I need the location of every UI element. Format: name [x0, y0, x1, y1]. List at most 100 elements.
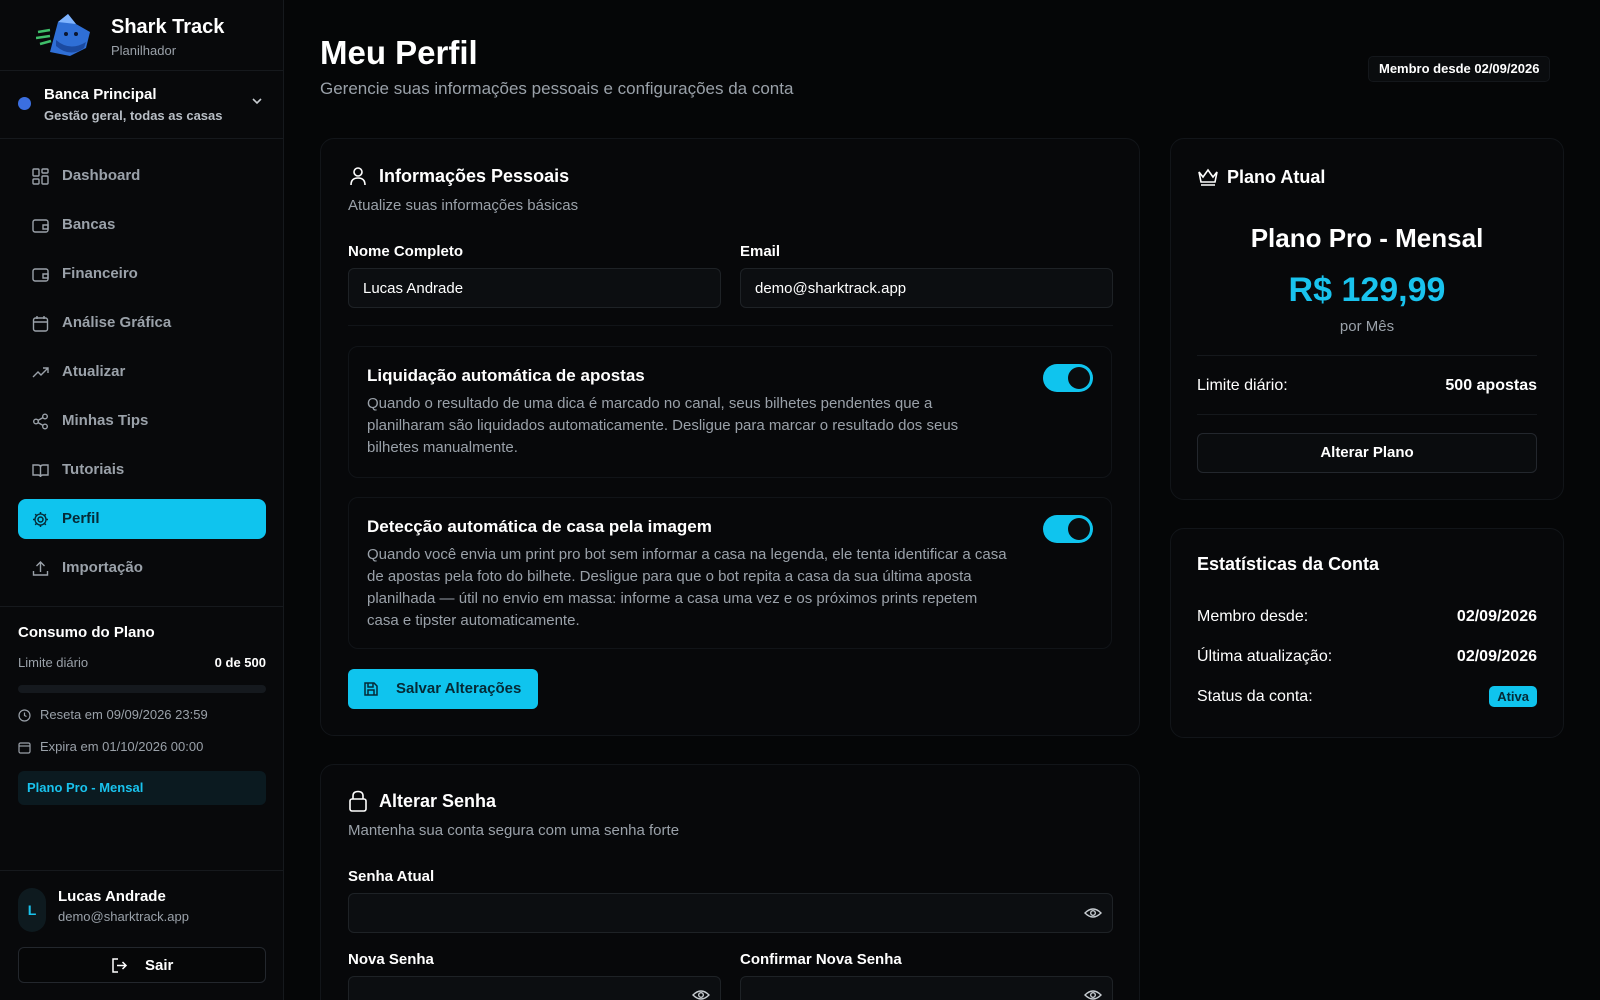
usage-expires-text: Expira em 01/10/2026 00:00 — [40, 739, 204, 754]
current-plan-name: Plano Pro - Mensal — [27, 780, 144, 795]
auto-detect-title: Detecção automática de casa pela imagem — [367, 517, 712, 536]
name-field[interactable] — [348, 268, 721, 308]
plan-price: R$ 129,99 — [1288, 271, 1446, 309]
divider — [0, 606, 284, 607]
save-button[interactable]: Salvar Alterações — [348, 669, 538, 709]
wallet-icon — [32, 268, 49, 282]
upload-icon — [32, 561, 49, 576]
stats-title: Estatísticas da Conta — [1197, 554, 1380, 574]
divider — [348, 325, 1113, 326]
sidebar-item-bancas[interactable]: Bancas — [18, 205, 266, 245]
sidebar-item-importacao[interactable]: Importação — [18, 548, 266, 588]
share-icon — [33, 413, 48, 430]
user-icon — [350, 167, 366, 186]
sidebar-item-label: Bancas — [62, 216, 116, 233]
plan-card-title: Plano Atual — [1227, 167, 1326, 187]
stats-status-label: Status da conta: — [1197, 688, 1313, 705]
plan-limit-row: Limite diário: 500 apostas — [1197, 377, 1537, 399]
usage-limit-label: Limite diário — [18, 655, 89, 670]
brand[interactable]: Shark Track Planilhador — [36, 12, 276, 64]
trend-up-icon — [32, 367, 49, 378]
auto-settle-toggle[interactable] — [1043, 364, 1093, 392]
crown-icon — [1198, 168, 1218, 186]
email-label: Email — [740, 243, 781, 260]
plan-limit-value: 500 apostas — [1445, 377, 1537, 394]
current-plan-card: Plano Atual Plano Pro - Mensal R$ 129,99… — [1170, 138, 1564, 500]
sidebar-item-perfil[interactable]: Perfil — [18, 499, 266, 539]
auto-detect-desc: Quando você envia um print pro bot sem i… — [367, 546, 1007, 629]
wallet-icon — [32, 219, 49, 233]
stats-updated-label: Última atualização: — [1197, 648, 1333, 665]
plan-name: Plano Pro - Mensal — [1250, 223, 1484, 253]
book-icon — [32, 464, 49, 478]
member-since-badge: Membro desde 02/09/2026 — [1368, 56, 1551, 82]
usage-limit-value: 0 de 500 — [214, 655, 266, 670]
change-plan-button[interactable]: Alterar Plano — [1197, 433, 1537, 473]
stats-member-value: 02/09/2026 — [1456, 608, 1537, 625]
bank-color-dot — [18, 97, 31, 110]
avatar: L — [18, 888, 46, 932]
user-profile: L Lucas Andrade demo@sharktrack.app — [18, 888, 266, 934]
chevron-down-icon — [252, 98, 262, 105]
new-password-label: Nova Senha — [348, 951, 434, 968]
grid-icon — [32, 168, 49, 185]
bank-selector[interactable]: Banca Principal Gestão geral, todas as c… — [18, 84, 268, 128]
stats-updated-row: Última atualização: 02/09/2026 — [1197, 648, 1537, 670]
eye-icon[interactable] — [692, 988, 710, 1000]
sidebar-item-atualizar[interactable]: Atualizar — [18, 352, 266, 392]
sidebar-item-label: Tutoriais — [62, 461, 125, 478]
sidebar-item-label: Atualizar — [62, 363, 126, 380]
sidebar-nav: Dashboard Bancas Financeiro Análise Gráf… — [18, 156, 266, 597]
bank-name: Banca Principal — [44, 86, 157, 103]
sidebar-item-dashboard[interactable]: Dashboard — [18, 156, 266, 196]
password-title: Alterar Senha — [379, 791, 497, 811]
current-password-label: Senha Atual — [348, 868, 435, 885]
auto-settle-desc: Quando o resultado de uma dica é marcado… — [367, 395, 959, 456]
sidebar-item-minhas-tips[interactable]: Minhas Tips — [18, 401, 266, 441]
sidebar-item-analise-grafica[interactable]: Análise Gráfica — [18, 303, 266, 343]
save-icon — [364, 682, 378, 696]
divider — [0, 870, 284, 871]
personal-info-title: Informações Pessoais — [379, 166, 570, 186]
eye-icon[interactable] — [1084, 906, 1102, 920]
toggle-knob — [1068, 367, 1090, 389]
divider — [1197, 414, 1537, 415]
lock-icon — [349, 790, 367, 812]
plan-usage: Consumo do Plano Limite diário 0 de 500 … — [18, 624, 266, 805]
auto-detect-option: Detecção automática de casa pela imagem … — [348, 497, 1112, 649]
stats-member-label: Membro desde: — [1197, 608, 1309, 625]
user-name: Lucas Andrade — [58, 888, 166, 905]
confirm-password-field[interactable] — [740, 976, 1113, 1000]
usage-limit-row: Limite diário 0 de 500 — [18, 655, 266, 675]
bank-subtitle: Gestão geral, todas as casas — [44, 108, 223, 123]
sidebar-item-label: Análise Gráfica — [62, 314, 172, 331]
sidebar-item-label: Dashboard — [62, 167, 141, 184]
account-stats-card: Estatísticas da Conta Membro desde: 02/0… — [1170, 528, 1564, 738]
logout-button[interactable]: Sair — [18, 947, 266, 983]
toggle-knob — [1068, 518, 1090, 540]
confirm-password-label: Confirmar Nova Senha — [740, 951, 902, 968]
brand-title: Shark Track — [111, 16, 225, 38]
eye-icon[interactable] — [1084, 988, 1102, 1000]
logout-label: Sair — [145, 957, 174, 974]
page-title: Meu Perfil — [320, 34, 478, 71]
current-plan-pill[interactable]: Plano Pro - Mensal — [18, 771, 266, 805]
logout-icon — [112, 958, 128, 973]
sidebar-item-financeiro[interactable]: Financeiro — [18, 254, 266, 294]
stats-updated-value: 02/09/2026 — [1456, 648, 1537, 665]
calendar-icon — [18, 742, 31, 754]
stats-status-row: Status da conta: Ativa — [1197, 686, 1537, 710]
email-field[interactable] — [740, 268, 1113, 308]
current-password-field[interactable] — [348, 893, 1113, 933]
sidebar-item-label: Perfil — [62, 510, 100, 527]
sidebar-item-label: Financeiro — [62, 265, 138, 282]
sidebar-item-tutoriais[interactable]: Tutoriais — [18, 450, 266, 490]
divider — [0, 138, 284, 139]
sidebar: Shark Track Planilhador Banca Principal … — [0, 0, 284, 1000]
usage-title: Consumo do Plano — [18, 624, 155, 641]
auto-detect-toggle[interactable] — [1043, 515, 1093, 543]
status-badge: Ativa — [1489, 686, 1537, 707]
calendar-icon — [32, 316, 49, 332]
personal-info-subtitle: Atualize suas informações básicas — [348, 197, 579, 214]
new-password-field[interactable] — [348, 976, 721, 1000]
